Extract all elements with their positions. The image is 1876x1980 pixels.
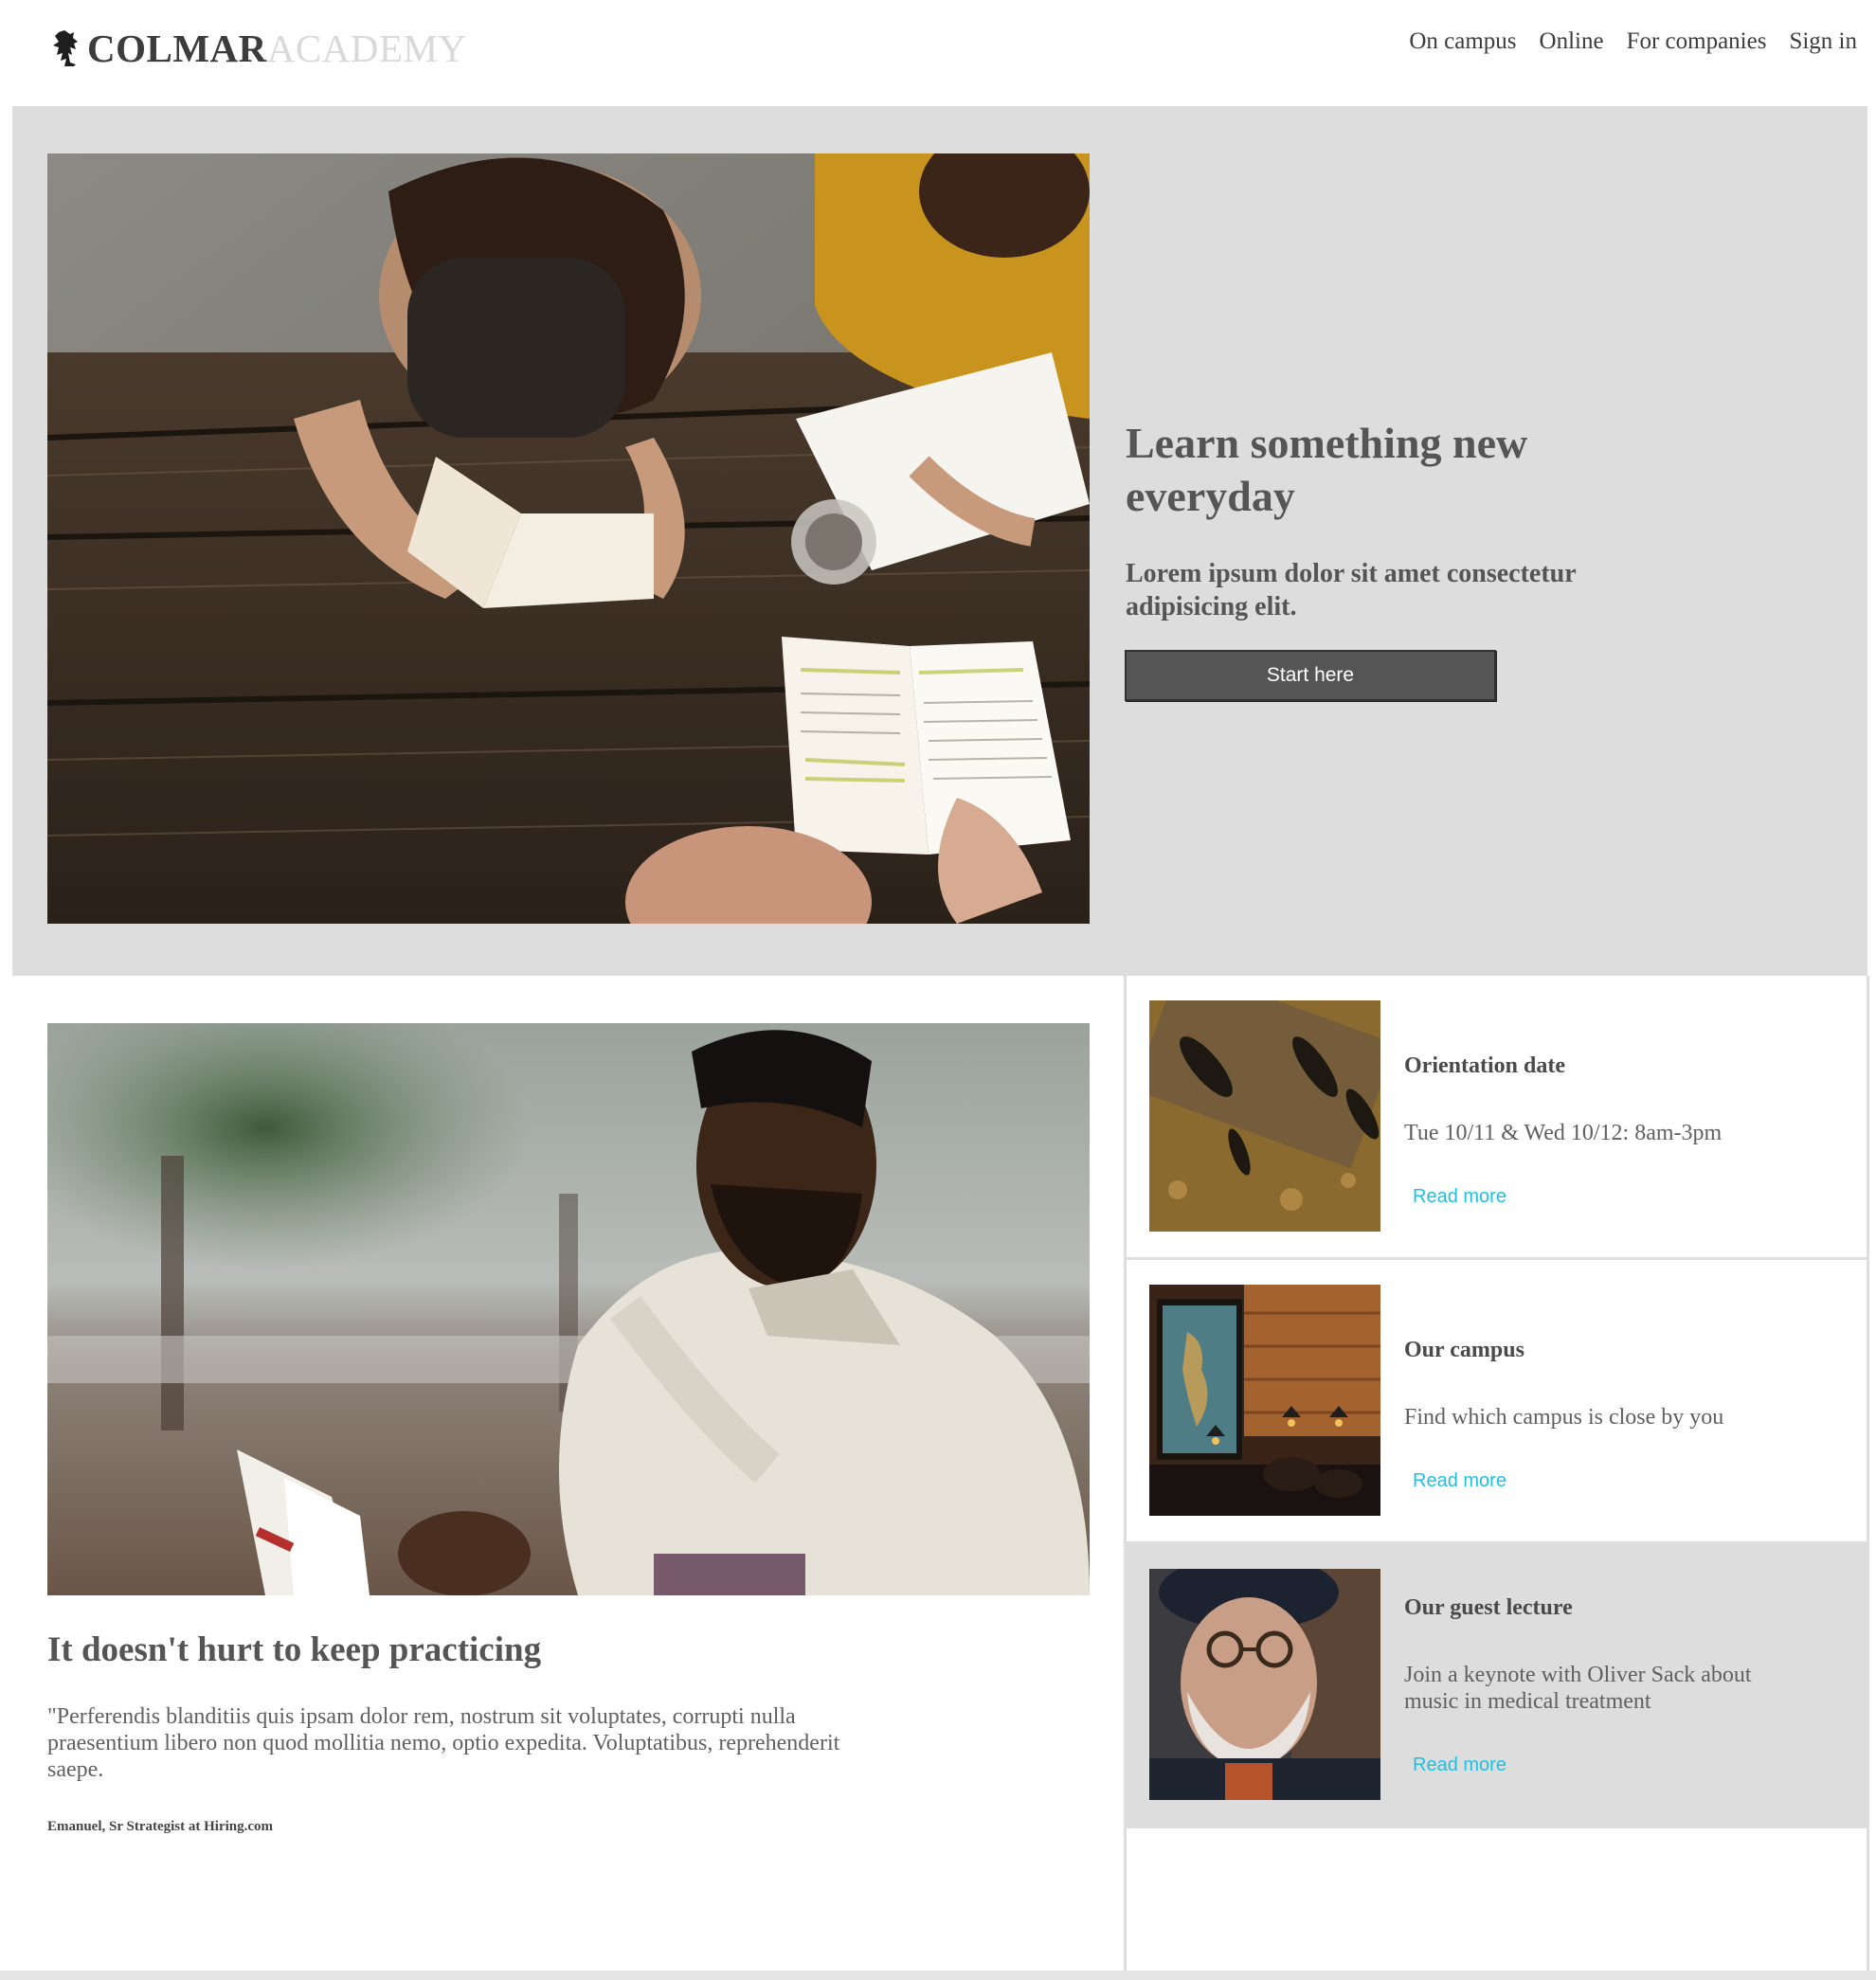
read-more-link[interactable]: Read more [1413, 1755, 1506, 1776]
hero-image-students-studying [47, 153, 1090, 924]
nav-on-campus[interactable]: On campus [1409, 28, 1516, 55]
read-more-link[interactable]: Read more [1413, 1186, 1506, 1208]
card-image-guest-lecturer [1149, 1569, 1380, 1800]
hero-subtitle: Lorem ipsum dolor sit amet consectetur a… [1126, 559, 1577, 621]
lion-icon [53, 30, 78, 66]
page-bottom-bar [0, 1971, 1876, 1980]
card-image-campus [1149, 1285, 1380, 1516]
card-title: Our guest lecture [1404, 1595, 1573, 1620]
card-guest-lecture: Our guest lecture Join a keynote with Ol… [1127, 1544, 1869, 1828]
card-text: Find which campus is close by you [1404, 1405, 1724, 1430]
brand-name-light: ACADEMY [266, 27, 467, 70]
main-nav: On campus Online For companies Sign in [1409, 28, 1857, 55]
brand-name-bold: COLMAR [87, 27, 267, 70]
read-more-link[interactable]: Read more [1413, 1470, 1506, 1492]
card-title: Orientation date [1404, 1053, 1565, 1078]
hero-section: Learn something new everyday Lorem ipsum… [12, 106, 1867, 976]
card-title: Our campus [1404, 1338, 1524, 1362]
hero-title: Learn something new everyday [1126, 419, 1528, 520]
article-author: Emanuel, Sr Strategist at Hiring.com [47, 1819, 274, 1834]
nav-for-companies[interactable]: For companies [1627, 28, 1767, 55]
article-quote: "Perferendis blanditiis quis ipsam dolor… [47, 1704, 840, 1782]
article-image-man-reading [47, 1023, 1090, 1595]
article-section: It doesn't hurt to keep practicing "Perf… [12, 976, 1125, 1971]
card-image-orientation [1149, 1000, 1380, 1232]
events-sidebar: Orientation date Tue 10/11 & Wed 10/12: … [1127, 976, 1869, 1971]
logo[interactable]: COLMAR ACADEMY [51, 25, 467, 72]
start-here-button[interactable]: Start here [1125, 650, 1496, 701]
nav-online[interactable]: Online [1540, 28, 1604, 55]
article-title: It doesn't hurt to keep practicing [47, 1630, 542, 1669]
card-text: Tue 10/11 & Wed 10/12: 8am-3pm [1404, 1121, 1723, 1145]
card-orientation: Orientation date Tue 10/11 & Wed 10/12: … [1127, 976, 1869, 1260]
nav-sign-in[interactable]: Sign in [1789, 28, 1857, 55]
card-campus: Our campus Find which campus is close by… [1127, 1260, 1869, 1544]
site-header: COLMAR ACADEMY On campus Online For compa… [0, 0, 1876, 106]
card-text: Join a keynote with Oliver Sack about mu… [1404, 1663, 1752, 1714]
